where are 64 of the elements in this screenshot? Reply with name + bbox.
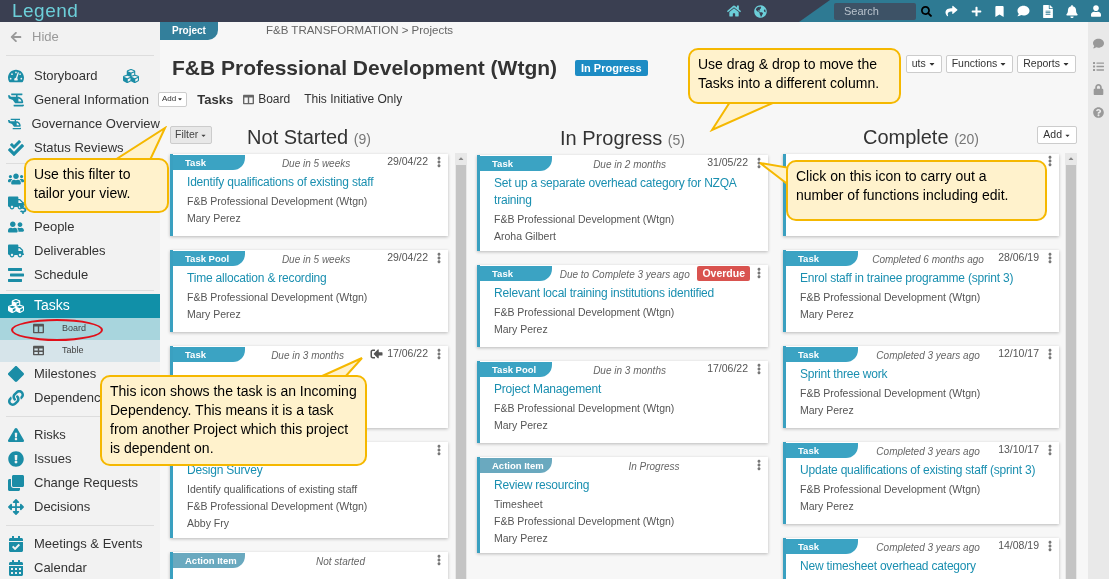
card-detail: Mary Perez <box>493 419 549 432</box>
card-date: 28/06/19 <box>998 250 1039 266</box>
card-detail: Mary Perez <box>493 532 549 545</box>
card-detail: F&B Professional Development (Wtgn) <box>799 291 982 304</box>
card-status: Completed 3 years ago <box>876 542 980 553</box>
card-detail: Mary Perez <box>186 308 242 321</box>
card-type-tag: Task Pool <box>173 250 245 266</box>
card-type-tag: Task <box>786 250 858 266</box>
card-status: In Progress <box>628 461 680 472</box>
card-type-tag: Task <box>173 154 245 170</box>
module-title: Tasks <box>197 90 234 109</box>
callout-tooltip: Click on this icon to carry out a number of functions including edit. <box>786 160 1047 221</box>
card-detail: Mary Perez <box>799 500 855 513</box>
card-detail: Mary Perez <box>186 212 242 225</box>
card-status: Due in 3 months <box>593 365 666 376</box>
card-type-tag: Task <box>173 346 245 362</box>
card-type-tag: Task <box>786 346 858 362</box>
card-type-tag: Task Pool <box>480 361 552 377</box>
card-date: 17/06/22 <box>707 361 748 377</box>
card-type-tag: Task <box>480 265 552 281</box>
status-badge: In Progress <box>575 59 648 76</box>
card-type-tag: Task <box>786 442 858 458</box>
card-detail: F&B Professional Development (Wtgn) <box>493 306 676 319</box>
card-status: Due to Complete 3 years ago <box>559 269 690 280</box>
card-detail: F&B Professional Development (Wtgn) <box>799 483 982 496</box>
column-heading: Complete (20) <box>862 125 980 150</box>
callout-tooltip: This icon shows the task is an Incoming Dependency. This means it is a task from another Project which this project is dependent on. <box>100 375 367 466</box>
card-type-tag: Action Item <box>173 552 245 568</box>
card-detail: Mary Perez <box>799 308 855 321</box>
card-status: Completed 3 years ago <box>876 446 980 457</box>
card-status: Not started <box>316 556 365 567</box>
card-date: 13/10/17 <box>998 442 1039 458</box>
column-heading: Not Started (9) <box>247 125 371 150</box>
page-title: F&B Professional Development (Wtgn) <box>172 55 558 81</box>
overdue-badge: Overdue <box>697 265 750 281</box>
card-date: 12/10/17 <box>998 346 1039 362</box>
card-date: 14/08/19 <box>998 538 1039 554</box>
card-detail: F&B Professional Development (Wtgn) <box>186 291 369 304</box>
card-type-tag: Action Item <box>480 457 552 473</box>
card-detail: Timesheet <box>493 498 544 511</box>
card-detail: Abby Fry <box>186 517 230 530</box>
card-status: Due in 5 weeks <box>281 254 351 265</box>
card-detail: F&B Professional Development (Wtgn) <box>493 213 676 226</box>
card-detail: F&B Professional Development (Wtgn) <box>493 402 676 415</box>
card-detail: Aroha Gilbert <box>493 230 557 243</box>
card-status: Completed 6 months ago <box>872 254 984 265</box>
card-detail: F&B Professional Development (Wtgn) <box>493 515 676 528</box>
column-heading: In Progress (5) <box>560 125 685 151</box>
card-detail: Mary Perez <box>493 323 549 336</box>
card-type-tag: Task <box>786 538 858 554</box>
card-date: 31/05/22 <box>707 155 748 171</box>
card-detail: Identify qualifications of existing staff <box>186 483 359 496</box>
card-status: Due in 2 months <box>593 159 666 170</box>
card-date: 17/06/22 <box>387 346 428 362</box>
card-status: Due in 3 months <box>271 350 344 361</box>
card-status: Completed 3 years ago <box>876 350 980 361</box>
card-detail: F&B Professional Development (Wtgn) <box>186 500 369 513</box>
card-detail: F&B Professional Development (Wtgn) <box>186 195 369 208</box>
card-detail: Mary Perez <box>799 404 855 417</box>
card-detail: F&B Professional Development (Wtgn) <box>799 387 982 400</box>
card-status: Due in 5 weeks <box>281 158 351 169</box>
card-date: 29/04/22 <box>387 154 428 170</box>
card-date: 29/04/22 <box>387 250 428 266</box>
card-type-tag: Task <box>480 155 552 171</box>
